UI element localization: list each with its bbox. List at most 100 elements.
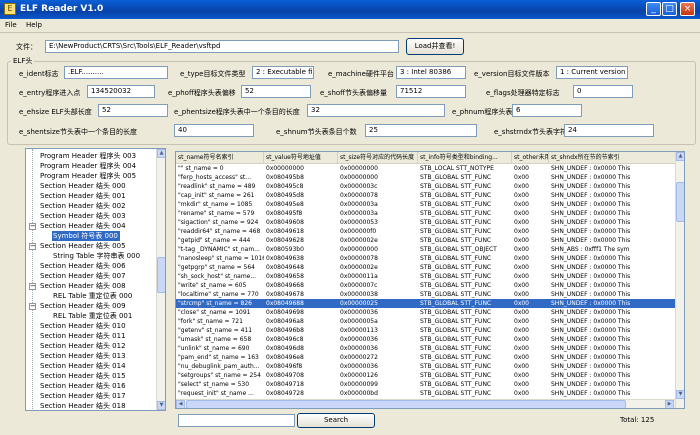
column-header[interactable]: st_info符号类型和binding...	[418, 152, 512, 163]
tree-item[interactable]: Section Header 结头 013	[39, 351, 128, 361]
tree-item[interactable]: Section Header 结头 016	[39, 381, 128, 391]
tree-collapse-icon[interactable]: −	[29, 283, 36, 290]
column-header[interactable]: st_value符号地址值	[264, 152, 338, 163]
tree-scrollbar[interactable]: ▲ ▼	[156, 149, 165, 410]
e-version-field[interactable]: 1 : Current version	[556, 66, 628, 79]
e-shstrndx-field[interactable]: 24	[564, 124, 654, 137]
table-row[interactable]: "umask" st_name = 658 0x080496c8 0x0000003…	[176, 335, 677, 344]
tree-item[interactable]: Section Header 结头 014	[39, 361, 128, 371]
table-row[interactable]: "fork" st_name = 721 0x080496a8 0x0000005a…	[176, 317, 677, 326]
e-entry-field[interactable]: 134520032	[87, 85, 155, 98]
section-tree[interactable]: Program Header 程序头 003 Program Header 程序头…	[25, 148, 166, 411]
tree-item[interactable]: Section Header 结头 000	[39, 181, 128, 191]
tree-item[interactable]: Section Header 结头 009	[39, 301, 128, 311]
column-header[interactable]: st_other未用	[512, 152, 549, 163]
table-row[interactable]: "nu_debuglink_pam_auth... 0x080496f8 0x000…	[176, 362, 677, 371]
table-scroll-thumb[interactable]	[676, 182, 684, 222]
column-header[interactable]: st_shndx所在节的节索引	[549, 152, 677, 163]
table-row[interactable]: "sigaction" st_name = 924 0x08049608 0x000…	[176, 218, 677, 227]
e-machine-field[interactable]: 3 : Intel 80386	[396, 66, 466, 79]
close-icon[interactable]: ×	[680, 2, 695, 16]
load-button[interactable]: Load并查看!	[406, 38, 464, 55]
table-row[interactable]: "cap_init" st_name = 261 0x080495d8 0x0000…	[176, 191, 677, 200]
title-bar[interactable]: E ELF Reader V1.0 _ □ ×	[0, 0, 700, 19]
symbol-table[interactable]: st_name符号名索引 st_value符号地址值 st_size符号对应的代码长…	[175, 151, 685, 409]
tree-item[interactable]: Section Header 结头 001	[39, 191, 128, 201]
tree-scroll-thumb[interactable]	[157, 257, 165, 293]
table-row[interactable]: "request_init" st_name ... 0x08049728 0x00…	[176, 389, 677, 398]
column-header[interactable]: st_size符号对应的代码长度	[338, 152, 418, 163]
table-vscrollbar[interactable]: ▲ ▼	[675, 152, 684, 408]
tree-item[interactable]: REL Table 重定位表 000	[52, 291, 134, 301]
table-row[interactable]: "nanosleep" st_name = 1016 0x08049638 0x00…	[176, 254, 677, 263]
table-row[interactable]: "getpid" st_name = 444 0x08049628 0x000000…	[176, 236, 677, 245]
tree-item[interactable]: Section Header 结头 008	[39, 281, 128, 291]
tree-item[interactable]: Program Header 程序头 003	[39, 151, 138, 161]
tree-collapse-icon[interactable]: −	[29, 303, 36, 310]
table-row[interactable]: "getpgrp" st_name = 564 0x08049648 0x00000…	[176, 263, 677, 272]
table-row[interactable]: "" st_name = 0 0x00000000 0x00000000 STB_LO…	[176, 164, 677, 173]
tree-collapse-icon[interactable]: −	[29, 223, 36, 230]
tree-item[interactable]: Section Header 结头 018	[39, 401, 128, 410]
menu-file[interactable]: File	[5, 20, 17, 31]
table-row[interactable]: "write" st_name = 605 0x08049668 0x0000007…	[176, 281, 677, 290]
table-scroll-down-icon[interactable]: ▼	[676, 390, 684, 399]
table-hscrollbar[interactable]: ◀ ▶	[176, 399, 675, 408]
menu-help[interactable]: Help	[26, 20, 42, 31]
tree-scroll-down-icon[interactable]: ▼	[157, 401, 165, 410]
e-shoff-field[interactable]: 71512	[396, 85, 466, 98]
e-phnum-field[interactable]: 6	[512, 104, 582, 117]
table-row[interactable]: "t-tag _DYNAMIC" st_nam... 0x080593b0 0x00…	[176, 245, 677, 254]
table-scroll-up-icon[interactable]: ▲	[676, 152, 684, 161]
e-phentsize-field[interactable]: 32	[307, 104, 445, 117]
table-row[interactable]: "ferp_hosts_access" st... 0x080495b8 0x000…	[176, 173, 677, 182]
table-row[interactable]: "mkdir" st_name = 1085 0x080495e8 0x000000…	[176, 200, 677, 209]
e-shentsize-field[interactable]: 40	[174, 124, 254, 137]
tree-item[interactable]: Section Header 结头 005	[39, 241, 128, 251]
table-scroll-left-icon[interactable]: ◀	[176, 400, 185, 408]
e-shnum-field[interactable]: 25	[365, 124, 477, 137]
table-row[interactable]: "rename" st_name = 579 0x080495f8 0x000000…	[176, 209, 677, 218]
tree-item[interactable]: REL Table 重定位表 001	[52, 311, 134, 321]
tree-item[interactable]: Section Header 结头 010	[39, 321, 128, 331]
file-path-field[interactable]: E:\NewProduct\CRTS\Src\Tools\ELF_Reader\…	[45, 40, 399, 53]
table-row[interactable]: "strcmp" st_name = 826 0x08049688 0x000000…	[176, 299, 677, 308]
e-flags-field[interactable]: 0	[573, 85, 633, 98]
table-row[interactable]: "readlink" st_name = 489 0x080495c8 0x0000…	[176, 182, 677, 191]
tree-collapse-icon[interactable]: −	[29, 243, 36, 250]
table-row[interactable]: "getenv" st_name = 411 0x080496b8 0x000001…	[176, 326, 677, 335]
table-row[interactable]: "pam_end" st_name = 163 0x080496e8 0x00000…	[176, 353, 677, 362]
tree-item[interactable]: Section Header 结头 017	[39, 391, 128, 401]
e-phoff-field[interactable]: 52	[241, 85, 311, 98]
tree-item[interactable]: Program Header 程序头 004	[39, 161, 138, 171]
minimize-icon[interactable]: _	[646, 2, 661, 16]
column-header[interactable]: st_name符号名索引	[176, 152, 264, 163]
tree-item[interactable]: Section Header 结头 015	[39, 371, 128, 381]
tree-item[interactable]: Section Header 结头 004	[39, 221, 128, 231]
tree-item[interactable]: Symbol 符号表 000	[52, 231, 120, 241]
e-type-field[interactable]: 2 : Executable file	[252, 66, 314, 79]
tree-item[interactable]: Section Header 结头 002	[39, 201, 128, 211]
tree-scroll-up-icon[interactable]: ▲	[157, 149, 165, 158]
e-ehsize-field[interactable]: 52	[98, 104, 168, 117]
table-row[interactable]: "select" st_name = 530 0x08049718 0x000000…	[176, 380, 677, 389]
e-ident-field[interactable]: .ELF..........	[64, 66, 168, 79]
tree-item[interactable]: Program Header 程序头 005	[39, 171, 138, 181]
table-row[interactable]: "unlink" st_name = 690 0x080496d8 0x000000…	[176, 344, 677, 353]
table-row[interactable]: "localtime" st_name = 770 0x08049678 0x000…	[176, 290, 677, 299]
tree-item[interactable]: Section Header 结头 011	[39, 331, 128, 341]
maximize-icon[interactable]: □	[662, 2, 677, 16]
tree-item[interactable]: String Table 字符串表 000	[52, 251, 142, 261]
tree-item[interactable]: Section Header 结头 012	[39, 341, 128, 351]
tree-item[interactable]: Section Header 结头 007	[39, 271, 128, 281]
tree-item[interactable]: Section Header 结头 003	[39, 211, 128, 221]
table-row[interactable]: "close" st_name = 1091 0x08049698 0x000000…	[176, 308, 677, 317]
table-row[interactable]: "sh_sock_host" st_name... 0x08049658 0x000…	[176, 272, 677, 281]
table-scroll-right-icon[interactable]: ▶	[665, 400, 674, 408]
search-input[interactable]	[178, 414, 295, 427]
tree-item[interactable]: Section Header 结头 006	[39, 261, 128, 271]
search-button[interactable]: Search	[297, 413, 375, 428]
table-row[interactable]: "setgroups" st_name = 254 0x08049708 0x000…	[176, 371, 677, 380]
table-row[interactable]: "readdir64" st_name = 468 0x08049618 0x000…	[176, 227, 677, 236]
table-hscroll-thumb[interactable]	[186, 400, 626, 408]
